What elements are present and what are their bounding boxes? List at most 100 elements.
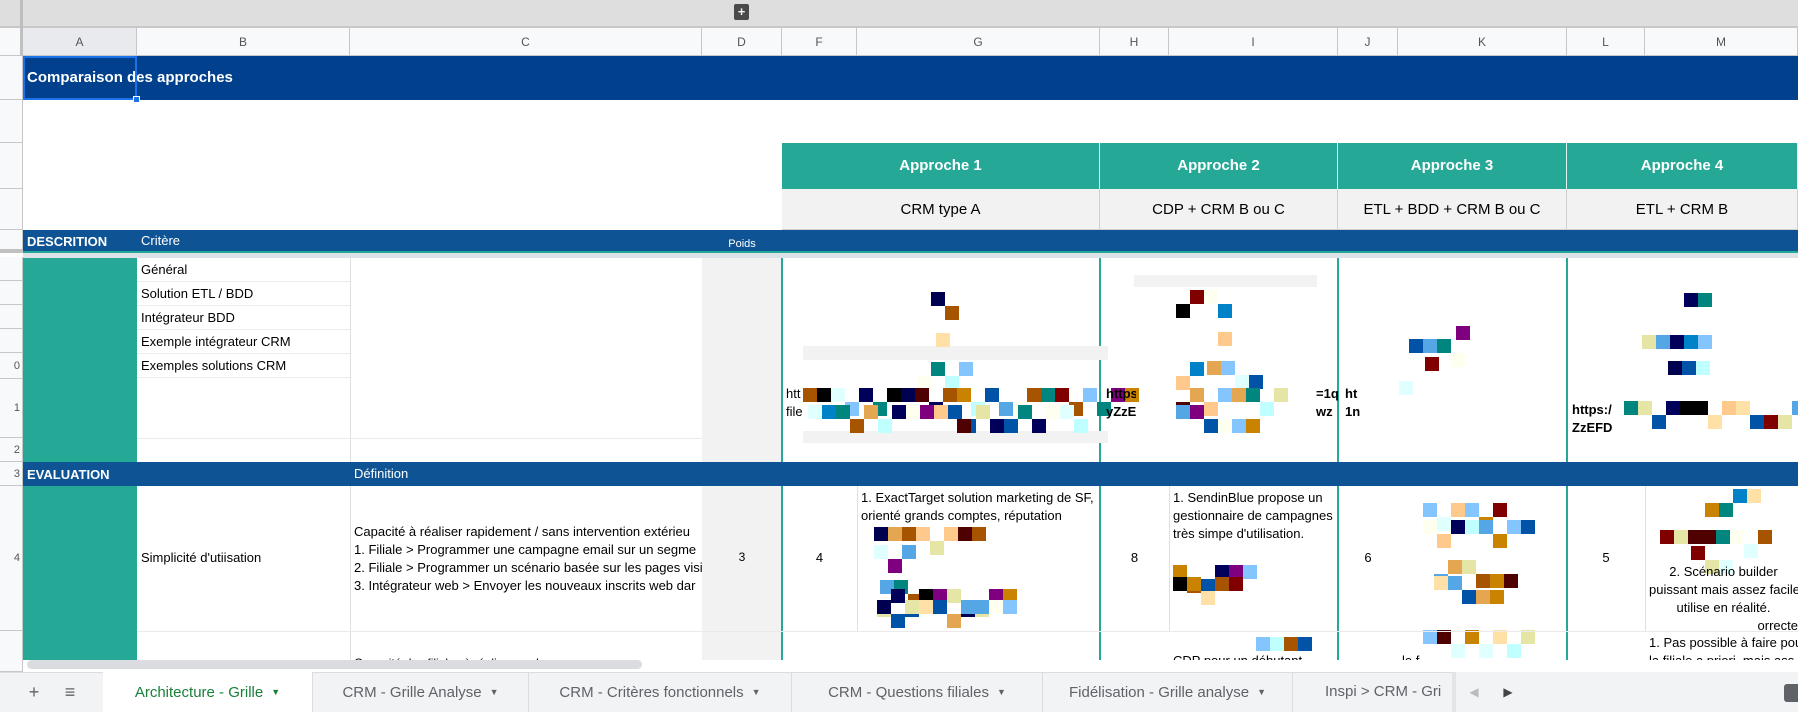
redaction-pixel [1246,388,1260,402]
selected-cell-a1[interactable] [23,56,137,100]
redaction-pixel [1758,530,1772,544]
approach-2-header: Approche 2 [1100,143,1338,189]
redaction-pixel [1218,419,1232,433]
redaction-pixel [836,405,850,419]
tab-crm-criteres-fonctionnels[interactable]: CRM - Critères fonctionnels ▼ [529,672,792,712]
redaction-pixel [1642,335,1656,349]
score-approach-2[interactable]: 8 [1100,550,1169,565]
criterion-etl-bdd[interactable]: Solution ETL / BDD [137,282,350,306]
column-header-h[interactable]: H [1100,28,1169,56]
row-header[interactable]: 2 [0,438,23,462]
redaction-pixel [936,333,950,347]
column-header-i[interactable]: I [1169,28,1338,56]
row-header[interactable] [0,230,23,253]
column-header-b[interactable]: B [137,28,350,56]
criterion-exemples-solutions-crm[interactable]: Exemples solutions CRM [137,354,350,378]
weight-header: Poids [728,238,756,250]
row-header[interactable] [0,143,23,189]
redaction-pixel [1694,401,1708,415]
horizontal-scrollbar[interactable] [27,660,642,669]
link-fragment-a4[interactable]: https:/ZzEFD [1572,401,1617,437]
row-header[interactable] [0,281,23,305]
scroll-tabs-right-button[interactable]: ▶ [1496,672,1520,712]
redacted-strip [803,346,1108,360]
link-fragment-a1[interactable]: htt file [786,385,806,421]
link-fragment-a2[interactable]: https yZzE [1106,385,1136,421]
redaction-pixel [1750,415,1764,429]
score-approach-1[interactable]: 4 [782,550,857,565]
caret-down-icon[interactable]: ▼ [490,687,499,697]
scroll-tabs-left-button[interactable]: ◀ [1462,672,1486,712]
weight-value[interactable]: 3 [702,550,782,564]
column-header-m[interactable]: M [1645,28,1798,56]
comment-approach-2[interactable]: 1. SendinBlue propose un gestionnaire de… [1173,489,1337,543]
row-header[interactable]: 3 [0,462,23,486]
column-header-d[interactable]: D [702,28,782,56]
redaction-pixel [1792,401,1798,415]
redaction-pixel [919,600,933,614]
redaction-pixel [1218,332,1232,346]
tab-architecture-grille[interactable]: Architecture - Grille ▼ [103,672,313,712]
comment-row-15-a4[interactable]: 1. Pas possible à faire pou la filiale a… [1649,634,1798,662]
redaction-pixel [947,589,961,603]
link-fragment-a2-end[interactable]: =1q wz [1316,385,1338,421]
expand-groups-button[interactable]: + [734,4,749,20]
description-section-block [23,258,137,462]
redaction-pixel [961,600,975,614]
column-header-k[interactable]: K [1398,28,1567,56]
column-header-l[interactable]: L [1567,28,1645,56]
caret-down-icon[interactable]: ▼ [752,687,761,697]
criterion-exemple-integrateur-crm[interactable]: Exemple intégrateur CRM [137,330,350,354]
score-approach-4[interactable]: 5 [1567,550,1645,565]
comment-approach-1[interactable]: 1. ExactTarget solution marketing de SF,… [861,489,1099,525]
row-header[interactable] [0,631,23,672]
tab-crm-grille-analyse[interactable]: CRM - Grille Analyse ▼ [313,672,529,712]
caret-down-icon[interactable]: ▼ [997,687,1006,697]
select-all-corner[interactable] [0,28,23,56]
score-approach-3[interactable]: 6 [1338,550,1398,565]
explore-button[interactable] [1784,684,1798,702]
link-fragment-a3[interactable]: ht 1n [1345,385,1367,421]
redaction-pixel [943,388,957,402]
column-header-c[interactable]: C [350,28,702,56]
fill-handle[interactable] [133,96,140,103]
chevron-right-icon: ▶ [1503,685,1513,699]
add-sheet-button[interactable]: + [22,672,46,712]
column-header-a[interactable]: A [23,28,137,56]
column-header-j[interactable]: J [1338,28,1398,56]
criterion-general[interactable]: Général [137,258,350,282]
column-header-f[interactable]: F [782,28,857,56]
row-header[interactable] [0,56,23,100]
row-header[interactable] [0,305,23,329]
row-header[interactable] [0,329,23,353]
grid-line [1645,486,1646,631]
row-header[interactable] [0,189,23,230]
definition-simplicite[interactable]: Capacité à réaliser rapidement / sans in… [354,523,702,595]
caret-down-icon[interactable]: ▼ [1257,687,1266,697]
freeze-handle[interactable] [20,0,23,28]
redaction-pixel [1744,544,1758,558]
caret-down-icon[interactable]: ▼ [271,687,280,697]
row-header[interactable]: 0 [0,353,23,379]
column-header-g[interactable]: G [857,28,1100,56]
tab-fidelisation-grille-analyse[interactable]: Fidélisation - Grille analyse ▼ [1043,672,1293,712]
redaction-pixel [1003,600,1017,614]
redaction-pixel [947,614,961,628]
comment-approach-4[interactable]: 2. Scénario builder puissant mais assez … [1649,563,1798,635]
criterion-integrateur-bdd[interactable]: Intégrateur BDD [137,306,350,330]
redaction-pixel [1465,630,1479,644]
row-header[interactable]: 1 [0,379,23,438]
criterion-simplicite[interactable]: Simplicité d'utiisation [141,550,261,565]
redaction-pixel [989,600,1003,614]
redaction-pixel [1691,546,1705,560]
tab-crm-questions-filiales[interactable]: CRM - Questions filiales ▼ [792,672,1043,712]
row-header[interactable] [0,100,23,143]
row-header[interactable]: 4 [0,486,23,631]
tab-inspi-crm-grille[interactable]: Inspi > CRM - Gri [1293,672,1452,712]
approach-divider [1337,258,1339,660]
all-sheets-button[interactable]: ≡ [58,672,82,712]
redaction-pixel [1736,401,1750,415]
sheet-title[interactable]: Comparaison des approches [23,56,1798,100]
row-header[interactable] [0,257,23,281]
formula-area-strip [0,0,1798,28]
